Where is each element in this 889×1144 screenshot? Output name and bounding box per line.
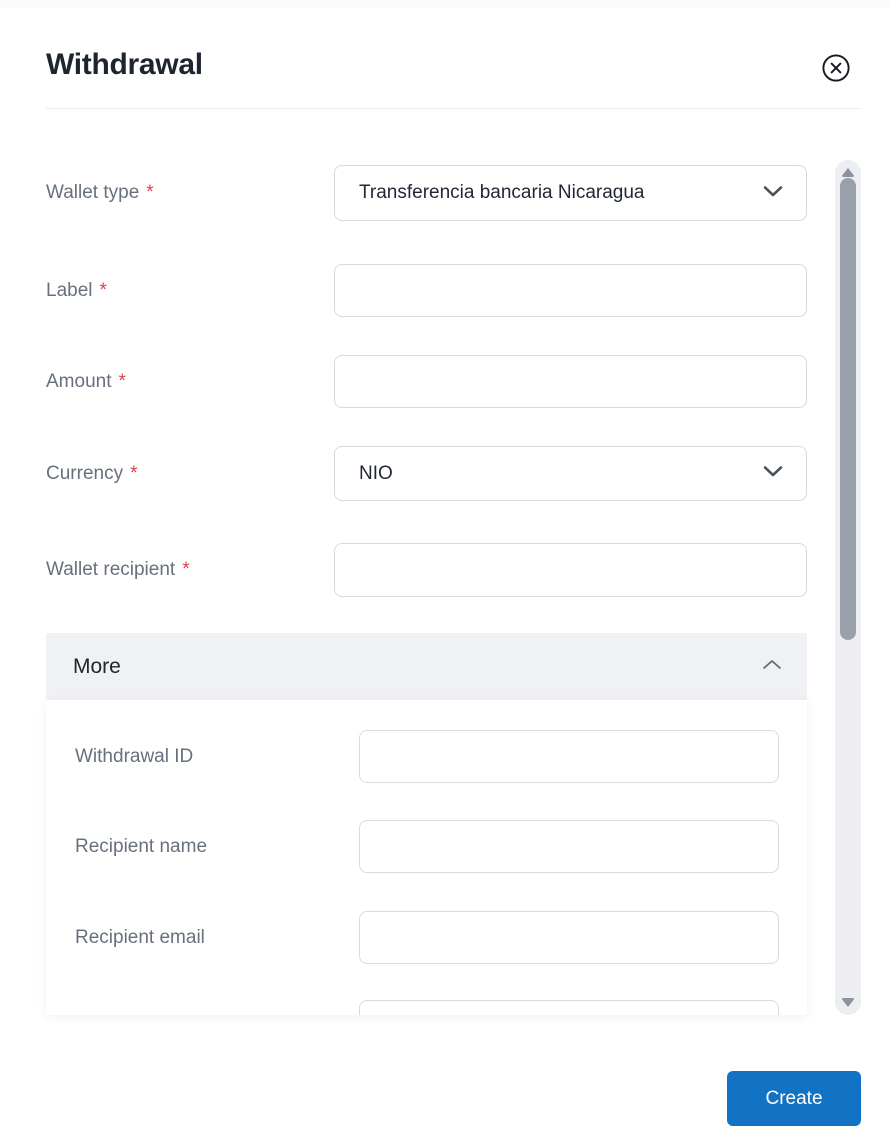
scroll-down-arrow-icon[interactable] — [841, 998, 855, 1007]
chevron-up-icon — [761, 658, 783, 676]
recipient-email-input[interactable] — [359, 911, 779, 964]
more-section-title: More — [73, 654, 121, 678]
required-asterisk: * — [130, 463, 138, 484]
required-asterisk: * — [118, 371, 126, 392]
wallet-type-label: Wallet type * — [46, 180, 154, 206]
chevron-down-icon — [762, 464, 784, 483]
wallet-recipient-input[interactable] — [334, 543, 807, 597]
clipped-next-input[interactable] — [359, 1000, 779, 1015]
currency-select[interactable]: NIO — [334, 446, 807, 501]
amount-input[interactable] — [334, 355, 807, 408]
amount-label: Amount * — [46, 369, 126, 395]
more-section-panel: Withdrawal ID Recipient name Recipient e… — [46, 700, 807, 1015]
chevron-down-icon — [762, 184, 784, 203]
required-asterisk: * — [99, 280, 107, 301]
modal-top-edge — [0, 0, 889, 8]
recipient-name-input[interactable] — [359, 820, 779, 873]
currency-label-text: Currency — [46, 463, 124, 484]
required-asterisk: * — [146, 182, 154, 203]
recipient-email-label: Recipient email — [75, 927, 205, 948]
required-asterisk: * — [182, 559, 190, 580]
wallet-recipient-label: Wallet recipient * — [46, 557, 190, 583]
recipient-name-label: Recipient name — [75, 836, 208, 857]
close-icon — [821, 54, 851, 86]
header-divider — [46, 108, 861, 109]
vertical-scrollbar[interactable] — [835, 160, 861, 1015]
currency-label: Currency * — [46, 461, 137, 487]
withdrawal-id-input[interactable] — [359, 730, 779, 783]
withdrawal-modal: Withdrawal Wallet type * Transferencia ba… — [0, 0, 889, 1144]
wallet-recipient-label-text: Wallet recipient — [46, 559, 176, 580]
wallet-type-select[interactable]: Transferencia bancaria Nicaragua — [334, 165, 807, 221]
wallet-type-label-text: Wallet type — [46, 182, 140, 203]
create-button[interactable]: Create — [727, 1071, 861, 1126]
scrollbar-thumb[interactable] — [840, 178, 856, 640]
close-button[interactable] — [821, 53, 851, 83]
label-input[interactable] — [334, 264, 807, 317]
scroll-up-arrow-icon[interactable] — [841, 168, 855, 177]
more-section-toggle[interactable]: More — [46, 633, 807, 700]
amount-label-text: Amount — [46, 371, 112, 392]
wallet-type-selected-value: Transferencia bancaria Nicaragua — [359, 182, 645, 203]
label-field-label-text: Label — [46, 280, 93, 301]
withdrawal-id-label: Withdrawal ID — [75, 746, 194, 767]
label-field-label: Label * — [46, 278, 107, 304]
currency-selected-value: NIO — [359, 462, 393, 484]
modal-title: Withdrawal — [46, 48, 203, 81]
